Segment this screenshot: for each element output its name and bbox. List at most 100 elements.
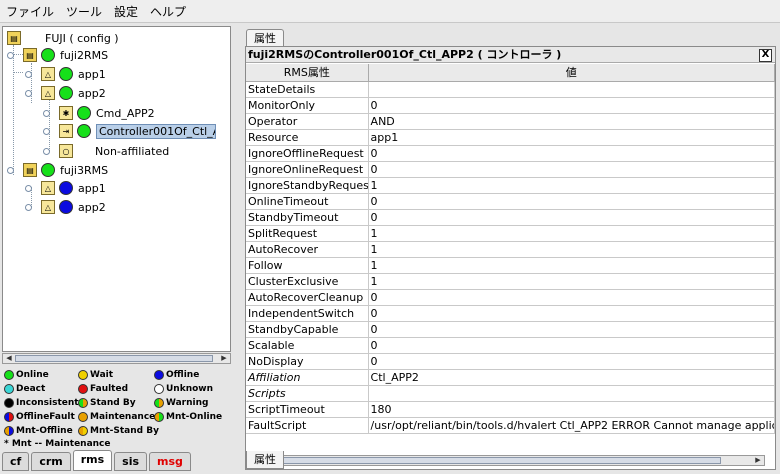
attribute-value-cell: 1 — [369, 226, 775, 241]
tab-properties-bottom[interactable]: 属性 — [246, 451, 284, 469]
legend-online: Online — [4, 370, 49, 380]
legend-mnt-standby: Mnt-Stand By — [78, 426, 159, 436]
tab-crm[interactable]: crm — [31, 452, 71, 471]
table-row[interactable]: OnlineTimeout 0 — [246, 194, 775, 210]
panel-title: fuji2RMSのController001Of_Ctl_APP2 ( コントロ… — [246, 47, 775, 63]
table-row[interactable]: ClusterExclusive 1 — [246, 274, 775, 290]
collapse-toggle-icon[interactable] — [25, 90, 32, 97]
attribute-name-cell: AutoRecoverCleanup — [246, 290, 369, 305]
table-row[interactable]: NoDisplay 0 — [246, 354, 775, 370]
header-value[interactable]: 値 — [369, 64, 775, 81]
tree-node-app1[interactable]: △ app1 — [25, 65, 106, 83]
attribute-name-cell: Scalable — [246, 338, 369, 353]
attribute-value-cell: 0 — [369, 146, 775, 161]
tab-sis[interactable]: sis — [114, 452, 148, 471]
attribute-table: RMS属性 値 StateDetails MonitorOnly 0 Operator… — [246, 64, 775, 434]
menu-bar: ファイル ツール 設定 ヘルプ — [0, 0, 780, 23]
cluster-icon: ▤ — [7, 31, 21, 45]
table-row[interactable]: Resource app1 — [246, 130, 775, 146]
table-row[interactable]: StandbyTimeout 0 — [246, 210, 775, 226]
attribute-value-cell: 0 — [369, 194, 775, 209]
attribute-name-cell: Scripts — [246, 386, 369, 401]
scroll-thumb[interactable] — [269, 457, 721, 464]
table-row[interactable]: SplitRequest 1 — [246, 226, 775, 242]
table-horizontal-scrollbar[interactable]: ◀ ▶ — [256, 455, 765, 466]
legend-mnt-online: Mnt-Online — [154, 412, 222, 422]
tree-node-cmd-app2[interactable]: ✱ Cmd_APP2 — [43, 104, 155, 122]
table-row[interactable]: AutoRecoverCleanup 0 — [246, 290, 775, 306]
table-row[interactable]: ScriptTimeout 180 — [246, 402, 775, 418]
expand-toggle-icon[interactable] — [7, 52, 14, 59]
legend-inconsistent: Inconsistent — [4, 398, 79, 408]
table-row[interactable]: StateDetails — [246, 82, 775, 98]
scroll-thumb[interactable] — [15, 355, 213, 362]
legend-standby: Stand By — [78, 398, 136, 408]
online-status-icon — [77, 124, 91, 138]
tree-node-fuji2rms[interactable]: ▤ fuji2RMS — [7, 46, 108, 64]
table-row[interactable]: IgnoreOnlineRequest 0 — [246, 162, 775, 178]
attribute-name-cell: AutoRecover — [246, 242, 369, 257]
collapse-toggle-icon[interactable] — [7, 167, 14, 174]
legend-offline: Offline — [154, 370, 199, 380]
table-row[interactable]: Follow 1 — [246, 258, 775, 274]
userapp-icon: △ — [41, 200, 55, 214]
tree-node-app1-fuji3[interactable]: △ app1 — [25, 179, 106, 197]
expand-toggle-icon[interactable] — [43, 110, 50, 117]
table-row[interactable]: IgnoreStandbyRequest 1 — [246, 178, 775, 194]
attribute-value-cell: 1 — [369, 242, 775, 257]
table-row[interactable]: Affiliation Ctl_APP2 — [246, 370, 775, 386]
expand-toggle-icon[interactable] — [43, 148, 50, 155]
tab-cf[interactable]: cf — [2, 452, 30, 471]
attribute-name-cell: StateDetails — [246, 82, 369, 97]
attribute-value-cell: app1 — [369, 130, 775, 145]
tree-node-non-affiliated[interactable]: ○ Non-affiliated — [43, 142, 169, 160]
tab-rms[interactable]: rms — [72, 450, 113, 471]
resource-icon: ○ — [59, 144, 73, 158]
attribute-value-cell — [369, 82, 775, 97]
tree-node-controller[interactable]: ⇥ Controller001Of_Ctl_APP2 — [43, 122, 216, 140]
header-attribute[interactable]: RMS属性 — [246, 64, 369, 81]
table-row[interactable]: AutoRecover 1 — [246, 242, 775, 258]
expand-toggle-icon[interactable] — [25, 204, 32, 211]
properties-pane: 属性 fuji2RMSのController001Of_Ctl_APP2 ( コ… — [238, 22, 780, 474]
attribute-value-cell: 180 — [369, 402, 775, 417]
tree-node-fuji3rms[interactable]: ▤ fuji3RMS — [7, 161, 108, 179]
menu-file[interactable]: ファイル — [0, 3, 60, 20]
scroll-left-icon[interactable]: ◀ — [4, 354, 14, 363]
tab-properties-top[interactable]: 属性 — [246, 29, 284, 47]
attribute-name-cell: IndependentSwitch — [246, 306, 369, 321]
menu-tools[interactable]: ツール — [60, 3, 108, 20]
table-row[interactable]: FaultScript/usr/opt/reliant/bin/tools.d/… — [246, 418, 775, 434]
close-icon[interactable]: X — [759, 49, 772, 62]
table-row[interactable]: Scripts — [246, 386, 775, 402]
tree-root[interactable]: ▤ FUJI ( config ) — [7, 29, 119, 47]
expand-toggle-icon[interactable] — [25, 71, 32, 78]
menu-help[interactable]: ヘルプ — [144, 3, 192, 20]
scroll-right-icon[interactable]: ▶ — [219, 354, 229, 363]
tree-node-app2-fuji3[interactable]: △ app2 — [25, 198, 106, 216]
attribute-name-cell: FaultScript — [246, 418, 369, 433]
scroll-right-icon[interactable]: ▶ — [753, 456, 763, 465]
tree-node-app2[interactable]: △ app2 — [25, 84, 106, 102]
offline-status-icon — [59, 200, 73, 214]
attribute-name-cell: SplitRequest — [246, 226, 369, 241]
legend-note: * Mnt -- Maintenance — [4, 439, 111, 449]
table-row[interactable]: StandbyCapable 0 — [246, 322, 775, 338]
table-row[interactable]: Operator AND — [246, 114, 775, 130]
bottom-tabs: cf crm rms sis msg — [2, 450, 193, 472]
table-row[interactable]: IgnoreOfflineRequest 0 — [246, 146, 775, 162]
table-row[interactable]: Scalable 0 — [246, 338, 775, 354]
tree-horizontal-scrollbar[interactable]: ◀ ▶ — [2, 353, 231, 364]
expand-toggle-icon[interactable] — [43, 128, 50, 135]
command-resource-icon: ✱ — [59, 106, 73, 120]
legend-deact: Deact — [4, 384, 45, 394]
attribute-name-cell: NoDisplay — [246, 354, 369, 369]
table-header: RMS属性 値 — [246, 64, 775, 82]
table-row[interactable]: IndependentSwitch 0 — [246, 306, 775, 322]
userapp-icon: △ — [41, 86, 55, 100]
attribute-value-cell: 1 — [369, 274, 775, 289]
menu-settings[interactable]: 設定 — [108, 3, 144, 20]
expand-toggle-icon[interactable] — [25, 185, 32, 192]
tab-msg[interactable]: msg — [149, 452, 191, 471]
table-row[interactable]: MonitorOnly 0 — [246, 98, 775, 114]
